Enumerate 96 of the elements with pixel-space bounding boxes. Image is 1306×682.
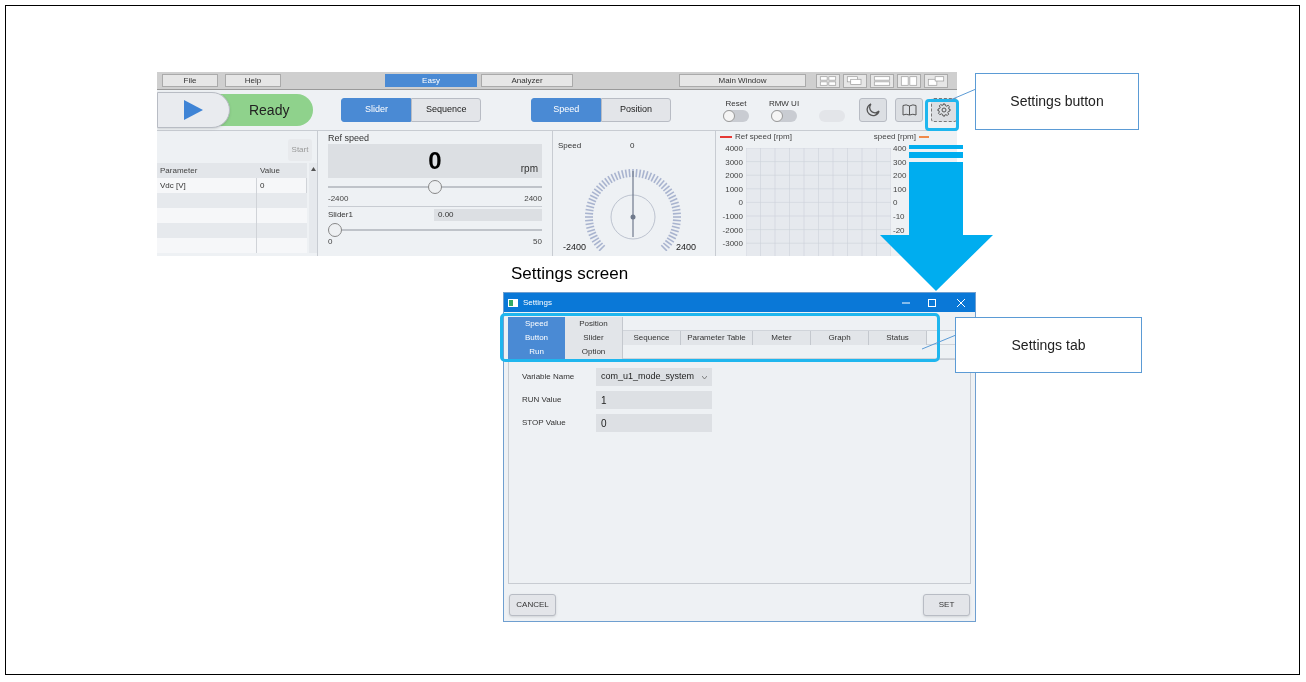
legend-label: speed [rpm] xyxy=(873,130,916,143)
axis-tick-label: 400 xyxy=(893,143,908,155)
slider-thumb[interactable] xyxy=(428,180,442,194)
axis-tick-label: -10 xyxy=(893,210,906,223)
mode-tab[interactable]: Analyzer xyxy=(481,74,573,87)
axis-tick-label: 0 xyxy=(893,197,899,210)
settings-tab[interactable]: Graph xyxy=(811,331,869,345)
axis-tick-label: -20 xyxy=(893,224,906,237)
settings-tab[interactable]: Sequence xyxy=(623,331,681,345)
input-field[interactable]: 1 xyxy=(596,391,712,409)
highlight-frame xyxy=(925,99,959,131)
meter-min: -2400 xyxy=(563,241,587,254)
input-field[interactable]: 0 xyxy=(596,414,712,432)
window-title: Settings xyxy=(523,296,552,309)
settings-icon xyxy=(937,103,951,117)
axis-tick-label: -2000 xyxy=(722,224,743,237)
axis-tick-label: 100 xyxy=(893,183,908,196)
main-window-button[interactable]: Main Window xyxy=(679,74,806,87)
window-layout-icon[interactable] xyxy=(870,73,894,88)
control-tab[interactable]: Speed xyxy=(531,98,602,122)
slider-value: 0.00 xyxy=(434,209,542,221)
variable-dropdown[interactable]: com_u1_mode_system xyxy=(596,368,712,386)
legend-line xyxy=(720,135,732,138)
leader-line xyxy=(922,334,956,350)
settings-tab[interactable]: Meter xyxy=(753,331,811,345)
input-tab[interactable]: Sequence xyxy=(411,98,482,122)
slider-title: Slider1 xyxy=(328,209,354,221)
slider[interactable] xyxy=(328,223,542,237)
toggle-switch[interactable] xyxy=(723,109,749,122)
toggle-label: RMW UI xyxy=(768,98,800,108)
menu-button[interactable]: File xyxy=(162,74,218,87)
legend-label: Ref speed [rpm] xyxy=(735,130,792,143)
input-tab[interactable]: Slider xyxy=(341,98,412,122)
axis-tick-label: 0 xyxy=(738,197,743,210)
settings-tab[interactable]: Option xyxy=(565,345,623,359)
axis-tick-label: 1000 xyxy=(725,183,743,196)
app-icon xyxy=(508,298,518,307)
meter-value: 0 xyxy=(630,140,635,152)
slider-max: 2400 xyxy=(524,194,542,203)
axis-tick-label: -1000 xyxy=(722,210,743,223)
window-layout-icon[interactable] xyxy=(924,73,948,88)
settings-button[interactable] xyxy=(931,98,957,122)
section-caption: Settings screen xyxy=(511,264,629,284)
settings-tab[interactable]: Button xyxy=(508,331,565,345)
panel-title: Ref speed xyxy=(328,133,371,144)
window-layout-icon[interactable] xyxy=(897,73,921,88)
axis-tick-label: 3000 xyxy=(725,156,743,169)
axis-tick-label: 200 xyxy=(893,170,908,183)
dialog-button[interactable]: CANCEL xyxy=(509,594,556,616)
column-header: Parameter xyxy=(159,164,199,177)
close-icon[interactable] xyxy=(957,298,965,307)
axis-tick-label: -3000 xyxy=(722,238,743,251)
meter-max: 2400 xyxy=(676,241,697,254)
control-tab[interactable]: Position xyxy=(601,98,671,122)
book-icon xyxy=(901,104,917,116)
window-layout-icon[interactable] xyxy=(816,73,840,88)
slider-min: -2400 xyxy=(328,194,349,203)
speed-value: 0 xyxy=(428,146,442,176)
toggle-switch[interactable] xyxy=(771,109,797,122)
axis-tick-label: 4000 xyxy=(725,143,743,155)
axis-tick-label: 2000 xyxy=(725,170,743,183)
slider-max: 50 xyxy=(533,237,542,246)
dropdown-value: com_u1_mode_system xyxy=(601,370,695,384)
leader-line xyxy=(948,88,976,102)
settings-tab[interactable]: Slider xyxy=(565,331,623,345)
settings-tab[interactable]: Position xyxy=(565,317,623,331)
settings-tab[interactable]: Run xyxy=(508,345,565,359)
field-label: STOP Value xyxy=(522,417,567,429)
callout: Settings button xyxy=(975,73,1139,130)
chevron-down-icon xyxy=(702,375,707,379)
settings-tab[interactable]: Parameter Table xyxy=(681,331,753,345)
slider-thumb[interactable] xyxy=(328,223,342,237)
play-icon xyxy=(182,99,205,121)
field-label: RUN Value xyxy=(522,394,563,406)
column-header: Value xyxy=(259,164,281,177)
scroll-up-icon[interactable] xyxy=(310,167,316,171)
mode-tab[interactable]: Easy xyxy=(385,74,477,87)
menu-button[interactable]: Help xyxy=(225,74,281,87)
slider-min: 0 xyxy=(328,237,333,246)
manual-button[interactable] xyxy=(895,98,923,122)
axis-tick-label: 300 xyxy=(893,156,908,169)
window-layout-icon[interactable] xyxy=(843,73,867,88)
callout: Settings tab xyxy=(955,317,1142,373)
moon-icon xyxy=(866,103,880,117)
dialog-button[interactable]: SET xyxy=(923,594,970,616)
unit-label: rpm xyxy=(520,162,538,176)
toggle-label: Reset xyxy=(725,98,747,108)
scrollbar[interactable] xyxy=(309,163,317,253)
theme-button[interactable] xyxy=(859,98,887,122)
settings-tab[interactable]: Status xyxy=(869,331,927,345)
field-label: Variable Name xyxy=(522,371,576,383)
play-button[interactable] xyxy=(157,92,230,128)
slider[interactable] xyxy=(328,180,542,194)
meter-title: Speed xyxy=(558,140,582,152)
maximize-icon[interactable] xyxy=(928,298,936,307)
settings-tab[interactable]: Speed xyxy=(508,317,565,331)
